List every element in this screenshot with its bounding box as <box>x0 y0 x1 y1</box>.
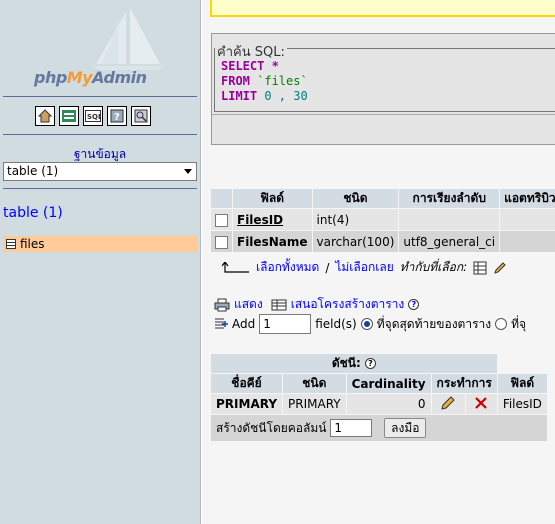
indexes-table: ดัชนี: ? ชื่อคีย์ ชนิด Cardinality กระทำ… <box>210 353 548 442</box>
column-header: ฟิลด์ <box>497 374 547 393</box>
at-end-radio[interactable] <box>360 318 373 330</box>
key-name: PRIMARY <box>211 394 283 414</box>
print-icon[interactable] <box>214 298 230 312</box>
field-name[interactable]: FilesName <box>233 231 312 252</box>
table-row: FilesName varchar(100) utf8_general_ci <box>211 231 555 252</box>
indexes-title-cell: ดัชนี: ? <box>211 354 497 373</box>
column-header: Cardinality <box>346 374 431 393</box>
table-icon[interactable] <box>6 239 16 249</box>
table-item-files[interactable]: files <box>3 236 197 252</box>
column-header: แอตทริบิวต์ <box>500 189 555 208</box>
exit-icon[interactable] <box>59 106 79 126</box>
sql-query-box: คำค้น SQL: SELECT * FROM `files` LIMIT 0… <box>211 33 555 145</box>
print-row: แสดง เสนอโครงสร้างตาราง ? <box>214 295 420 314</box>
go-button[interactable]: ลงมือ <box>384 418 427 438</box>
chevron-down-icon <box>184 169 192 174</box>
main-frame: คำค้น SQL: SELECT * FROM `files` LIMIT 0… <box>202 0 555 524</box>
row-checkbox[interactable] <box>215 213 228 227</box>
sailboat-icon <box>92 8 164 70</box>
propose-structure-link[interactable]: เสนอโครงสร้างตาราง <box>291 295 405 314</box>
edit-icon[interactable] <box>493 261 507 275</box>
select-all-bar: เลือกทั้งหมด / ไม่เลือกเลย ทำกับที่เลือก… <box>222 258 507 277</box>
separator: / <box>325 260 330 275</box>
print-link[interactable]: แสดง <box>234 295 263 314</box>
help-icon[interactable]: ? <box>408 299 420 310</box>
edit-index-icon[interactable] <box>440 395 456 411</box>
add-fields-count-input[interactable] <box>259 314 312 334</box>
fields-table: ฟิลด์ ชนิด การเรียงลำดับ แอตทริบิวต์ Fil… <box>210 188 555 253</box>
home-icon[interactable] <box>35 106 55 126</box>
field-collation <box>399 209 500 230</box>
at-end-label[interactable]: ที่จุดสุดท้ายของตาราง <box>377 315 491 334</box>
divider <box>3 134 197 135</box>
table-name[interactable]: files <box>20 237 45 251</box>
sql-icon[interactable]: SQL <box>83 106 103 126</box>
create-index-columns-input[interactable] <box>330 419 373 437</box>
propose-structure-icon[interactable] <box>271 298 287 312</box>
column-header: การเรียงลำดับ <box>399 189 500 208</box>
with-selected-label: ทำกับที่เลือก: <box>399 260 468 274</box>
docs-icon[interactable] <box>131 106 151 126</box>
field-name[interactable]: FilesID <box>233 209 312 230</box>
nav-icon-bar: SQL ? <box>35 106 151 126</box>
navigation-frame: phpMyAdmin SQL ? ฐานข้อมูล table (1) tab… <box>0 0 201 524</box>
indexes-title: ดัชนี: <box>331 356 361 370</box>
column-header-select <box>211 189 232 208</box>
sql-line: FROM `files` <box>221 74 308 88</box>
phpmyadmin-logo[interactable]: phpMyAdmin <box>0 0 200 95</box>
table-row: PRIMARY PRIMARY 0 FilesID <box>211 394 547 414</box>
row-checkbox[interactable] <box>215 235 228 249</box>
help-icon[interactable]: ? <box>107 106 127 126</box>
brand-text: phpMyAdmin <box>34 68 147 87</box>
browse-icon[interactable] <box>473 261 487 275</box>
column-header: ชนิด <box>312 189 399 208</box>
svg-text:?: ? <box>114 112 120 123</box>
table-row: FilesID int(4) <box>211 209 555 230</box>
divider <box>3 188 197 189</box>
notice-bar <box>210 0 555 17</box>
add-label: Add <box>232 317 256 331</box>
create-index-row: สร้างดัชนีโดยคอลัมน์ ลงมือ <box>211 415 547 441</box>
divider <box>212 114 555 115</box>
svg-text:SQL: SQL <box>87 113 101 121</box>
sql-line: SELECT * <box>221 59 279 73</box>
column-header: ฟิลด์ <box>233 189 312 208</box>
fields-label: field(s) <box>315 317 357 331</box>
add-field-row: Add field(s) ที่จุดสุดท้ายของตาราง ที่จุ <box>214 314 526 334</box>
divider <box>3 96 197 97</box>
key-field: FilesID <box>497 394 547 414</box>
column-header: ชนิด <box>283 374 346 393</box>
field-attributes <box>500 231 555 252</box>
field-attributes <box>500 209 555 230</box>
arrow-left-up-icon <box>222 261 249 273</box>
key-cardinality: 0 <box>346 394 431 414</box>
column-header: ชื่อคีย์ <box>211 374 283 393</box>
column-header: กระทำการ <box>431 374 497 393</box>
select-all-link[interactable]: เลือกทั้งหมด <box>256 258 319 277</box>
add-field-icon <box>215 318 228 329</box>
help-icon[interactable]: ? <box>364 358 376 369</box>
create-index-label: สร้างดัชนีโดยคอลัมน์ <box>216 421 327 435</box>
key-type: PRIMARY <box>283 394 346 414</box>
database-select[interactable]: table (1) <box>3 162 197 181</box>
deselect-all-link[interactable]: ไม่เลือกเลย <box>335 258 393 277</box>
at-begin-radio[interactable] <box>495 318 508 330</box>
sql-line: LIMIT 0 , 30 <box>221 89 308 103</box>
delete-index-icon[interactable] <box>474 396 488 410</box>
field-collation: utf8_general_ci <box>399 231 500 252</box>
field-type: int(4) <box>312 209 399 230</box>
at-begin-label[interactable]: ที่จุ <box>511 315 526 334</box>
field-type: varchar(100) <box>312 231 399 252</box>
database-link[interactable]: table (1) <box>3 205 63 221</box>
